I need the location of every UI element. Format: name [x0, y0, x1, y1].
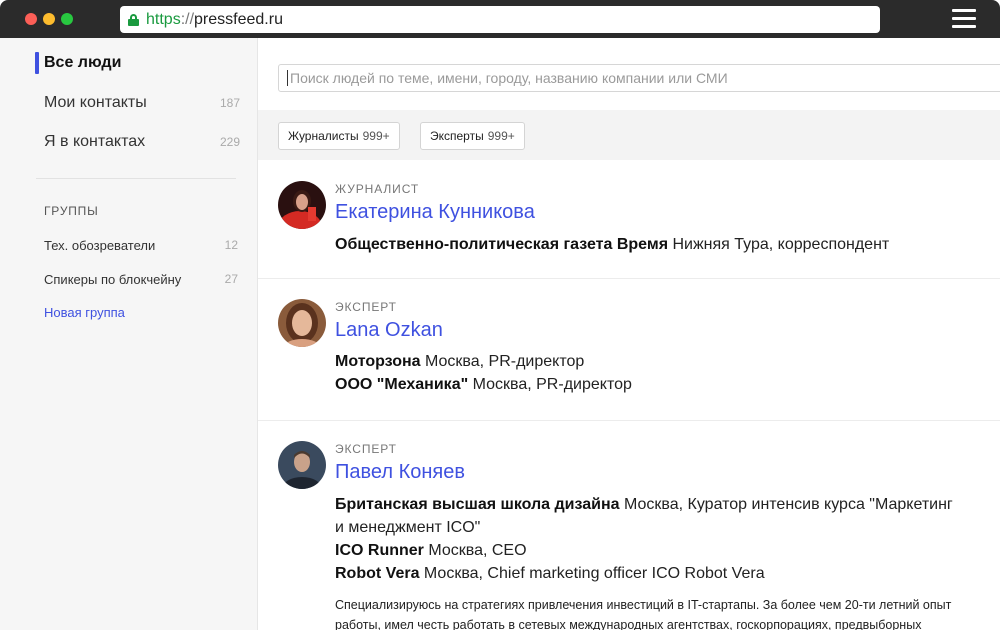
active-indicator: [35, 52, 39, 74]
filter-label: Эксперты: [430, 129, 484, 143]
filter-experts-button[interactable]: Эксперты 999+: [420, 122, 525, 150]
sidebar-divider: [36, 178, 236, 179]
people-list-panel: Поиск людей по теме, имени, городу, назв…: [258, 38, 1000, 630]
sidebar-item-label: Я в контактах: [44, 133, 146, 150]
text-caret: [287, 70, 288, 86]
person-job: ICO Runner Москва, CEO: [335, 542, 527, 560]
job-organization: ICO Runner: [335, 542, 424, 559]
filter-count: 999+: [487, 129, 515, 143]
sidebar: Все люди Мои контакты 187 Я в контактах …: [0, 38, 258, 630]
person-job: Британская высшая школа дизайна Москва, …: [335, 496, 953, 514]
address-bar[interactable]: https://pressfeed.ru: [120, 6, 880, 33]
person-job: Общественно-политическая газета Время Ни…: [335, 236, 889, 254]
job-detail: Москва, PR-директор: [468, 376, 632, 393]
avatar[interactable]: [278, 181, 326, 229]
group-item-label: Тех. обозреватели: [44, 237, 156, 253]
job-detail: Москва, Chief marketing officer ICO Robo…: [419, 565, 765, 582]
lock-icon: [128, 13, 139, 26]
job-organization: Моторзона: [335, 353, 421, 370]
sidebar-item-count: 187: [219, 96, 240, 110]
person-role: ЭКСПЕРТ: [335, 300, 397, 314]
sidebar-item-my-contacts[interactable]: Мои контакты 187: [44, 91, 240, 115]
browser-chrome: https://pressfeed.ru: [0, 0, 1000, 38]
group-item-tech-reviewers[interactable]: Тех. обозреватели 12: [44, 236, 238, 254]
avatar[interactable]: [278, 441, 326, 489]
person-name-link[interactable]: Екатерина Кунникова: [335, 201, 535, 224]
filter-label: Журналисты: [288, 129, 359, 143]
person-job: Моторзона Москва, PR-директор: [335, 353, 584, 371]
job-detail: Москва, CEO: [423, 542, 527, 559]
filter-count: 999+: [362, 129, 390, 143]
job-detail: Нижняя Тура, корреспондент: [668, 236, 890, 253]
person-role: ЭКСПЕРТ: [335, 442, 397, 456]
filter-journalists-button[interactable]: Журналисты 999+: [278, 122, 400, 150]
job-detail: Москва, Куратор интенсив курса "Маркетин…: [619, 496, 953, 513]
groups-heading: ГРУППЫ: [44, 204, 99, 218]
person-role: ЖУРНАЛИСТ: [335, 182, 420, 196]
avatar[interactable]: [278, 299, 326, 347]
filter-bar: Журналисты 999+ Эксперты 999+: [258, 110, 1000, 160]
menu-icon[interactable]: [952, 9, 976, 29]
sidebar-item-in-contacts[interactable]: Я в контактах 229: [44, 130, 240, 154]
sidebar-item-count: 229: [219, 135, 240, 149]
job-organization: Британская высшая школа дизайна: [335, 496, 620, 513]
search-placeholder: Поиск людей по теме, имени, городу, назв…: [290, 70, 728, 86]
job-detail: Москва, PR-директор: [420, 353, 585, 370]
bio-line: Специализируюсь на стратегиях привлечени…: [335, 598, 952, 612]
group-item-label: Спикеры по блокчейну: [44, 271, 182, 287]
person-job: ООО "Механика" Москва, PR-директор: [335, 376, 632, 394]
url-text: https://pressfeed.ru: [146, 10, 283, 28]
person-card: ЭКСПЕРТ Lana Ozkan Моторзона Москва, PR-…: [258, 279, 1000, 421]
person-card: ЭКСПЕРТ Павел Коняев Британская высшая ш…: [258, 421, 1000, 630]
new-group-link[interactable]: Новая группа: [44, 305, 125, 320]
minimize-window-icon[interactable]: [43, 13, 55, 25]
person-bio: Специализируюсь на стратегиях привлечени…: [335, 595, 985, 630]
job-organization: ООО "Механика": [335, 376, 469, 393]
job-organization: Общественно-политическая газета Время: [335, 236, 669, 253]
person-name-link[interactable]: Павел Коняев: [335, 461, 465, 484]
sidebar-item-all-people[interactable]: Все люди: [44, 51, 240, 75]
person-name-link[interactable]: Lana Ozkan: [335, 319, 443, 342]
group-item-blockchain-speakers[interactable]: Спикеры по блокчейну 27: [44, 270, 238, 288]
maximize-window-icon[interactable]: [61, 13, 73, 25]
search-input[interactable]: Поиск людей по теме, имени, городу, назв…: [278, 64, 1000, 92]
job-detail: и менеджмент ICO": [335, 519, 481, 536]
bio-line: работы, имел честь работать в сетевых ме…: [335, 618, 922, 630]
group-item-count: 12: [224, 238, 238, 252]
group-item-count: 27: [224, 272, 238, 286]
job-organization: Robot Vera: [335, 565, 420, 582]
person-card: ЖУРНАЛИСТ Екатерина Кунникова Общественн…: [258, 160, 1000, 279]
sidebar-item-label: Мои контакты: [44, 94, 147, 111]
person-job: Robot Vera Москва, Chief marketing offic…: [335, 565, 765, 583]
person-job: и менеджмент ICO": [335, 519, 480, 537]
close-window-icon[interactable]: [25, 13, 37, 25]
sidebar-item-label: Все люди: [44, 54, 122, 71]
